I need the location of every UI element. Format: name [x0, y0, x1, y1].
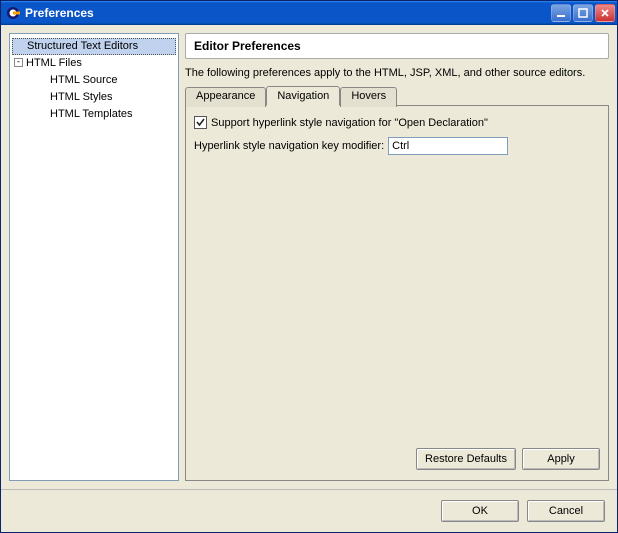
maximize-button[interactable]	[573, 4, 593, 22]
preferences-window: Preferences Structured Text Editors - HT…	[0, 0, 618, 533]
window-buttons	[551, 4, 615, 22]
tab-label: Appearance	[196, 90, 255, 102]
titlebar: Preferences	[1, 1, 617, 25]
app-icon	[5, 5, 21, 21]
tab-content-navigation: Support hyperlink style navigation for "…	[185, 105, 609, 481]
tree-item-label: HTML Source	[50, 74, 117, 86]
modifier-input[interactable]	[388, 137, 508, 155]
cancel-button[interactable]: Cancel	[527, 500, 605, 522]
hyperlink-support-checkbox[interactable]	[194, 116, 207, 129]
modifier-label: Hyperlink style navigation key modifier:	[194, 140, 384, 152]
modifier-row: Hyperlink style navigation key modifier:	[194, 137, 600, 155]
tree-item-html-files[interactable]: - HTML Files	[12, 55, 176, 72]
panel-description: The following preferences apply to the H…	[185, 67, 609, 79]
panel-button-row: Restore Defaults Apply	[194, 440, 600, 470]
tree-item-label: HTML Styles	[50, 91, 113, 103]
tab-navigation[interactable]: Navigation	[266, 86, 340, 106]
tab-appearance[interactable]: Appearance	[185, 87, 266, 107]
panel-header: Editor Preferences	[185, 33, 609, 59]
hyperlink-support-label: Support hyperlink style navigation for "…	[211, 117, 488, 129]
tree-item-label: Structured Text Editors	[27, 40, 138, 52]
tree-collapse-icon[interactable]: -	[14, 58, 23, 67]
minimize-button[interactable]	[551, 4, 571, 22]
apply-button[interactable]: Apply	[522, 448, 600, 470]
tree-item-html-source[interactable]: HTML Source	[12, 72, 176, 89]
tab-label: Navigation	[277, 90, 329, 102]
close-button[interactable]	[595, 4, 615, 22]
tree-item-label: HTML Templates	[50, 108, 133, 120]
tree-item-label: HTML Files	[26, 57, 82, 69]
preference-tree[interactable]: Structured Text Editors - HTML Files HTM…	[9, 33, 179, 481]
tab-hovers[interactable]: Hovers	[340, 87, 397, 107]
editor-preferences-panel: Editor Preferences The following prefere…	[185, 33, 609, 481]
tree-item-html-templates[interactable]: HTML Templates	[12, 106, 176, 123]
tab-bar: Appearance Navigation Hovers	[185, 85, 609, 105]
hyperlink-support-row: Support hyperlink style navigation for "…	[194, 116, 600, 129]
content-area: Structured Text Editors - HTML Files HTM…	[1, 25, 617, 489]
tree-item-structured-text-editors[interactable]: Structured Text Editors	[12, 38, 176, 55]
tree-item-html-styles[interactable]: HTML Styles	[12, 89, 176, 106]
tab-label: Hovers	[351, 90, 386, 102]
ok-button[interactable]: OK	[441, 500, 519, 522]
restore-defaults-button[interactable]: Restore Defaults	[416, 448, 516, 470]
dialog-footer: OK Cancel	[1, 489, 617, 532]
check-icon	[195, 117, 206, 128]
window-title: Preferences	[25, 6, 551, 20]
